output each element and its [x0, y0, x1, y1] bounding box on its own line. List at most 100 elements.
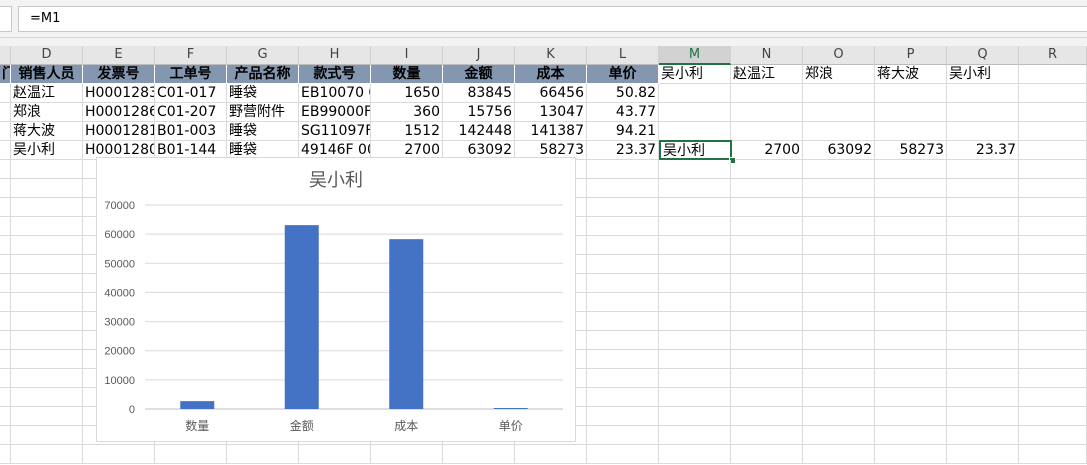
- side-header-cell[interactable]: 吴小利: [659, 65, 731, 84]
- empty-cell[interactable]: [11, 388, 83, 407]
- empty-cell[interactable]: [1019, 369, 1087, 388]
- empty-cell[interactable]: [0, 369, 11, 388]
- empty-cell[interactable]: [0, 179, 11, 198]
- empty-cell[interactable]: [731, 236, 803, 255]
- empty-cell[interactable]: [731, 369, 803, 388]
- bar-chart[interactable]: 吴小利 0 10000 20000 30000 40000 50000 60000 70000…: [96, 157, 576, 442]
- empty-cell[interactable]: [875, 217, 947, 236]
- empty-cell[interactable]: [587, 160, 659, 179]
- empty-cell[interactable]: [0, 103, 11, 122]
- empty-cell[interactable]: [731, 179, 803, 198]
- empty-cell[interactable]: [11, 179, 83, 198]
- empty-cell[interactable]: [1019, 350, 1087, 369]
- data-cell[interactable]: C01-207: [155, 103, 227, 122]
- empty-cell[interactable]: [731, 160, 803, 179]
- column-header-o[interactable]: O: [803, 46, 875, 65]
- empty-cell[interactable]: [1019, 388, 1087, 407]
- column-header-f[interactable]: F: [155, 46, 227, 65]
- empty-cell[interactable]: [11, 236, 83, 255]
- header-cell[interactable]: 产品名称: [227, 65, 299, 84]
- empty-cell[interactable]: [875, 388, 947, 407]
- empty-cell[interactable]: [947, 217, 1019, 236]
- empty-cell[interactable]: [875, 103, 947, 122]
- empty-cell[interactable]: [875, 331, 947, 350]
- empty-cell[interactable]: [947, 312, 1019, 331]
- empty-cell[interactable]: [0, 407, 11, 426]
- empty-cell[interactable]: [0, 312, 11, 331]
- empty-cell[interactable]: [1019, 198, 1087, 217]
- column-header-n[interactable]: N: [731, 46, 803, 65]
- empty-cell[interactable]: [731, 274, 803, 293]
- empty-cell[interactable]: [803, 217, 875, 236]
- empty-cell[interactable]: [11, 198, 83, 217]
- empty-cell[interactable]: [875, 369, 947, 388]
- empty-cell[interactable]: [11, 160, 83, 179]
- empty-cell[interactable]: [875, 179, 947, 198]
- empty-cell[interactable]: [1019, 122, 1087, 141]
- empty-cell[interactable]: [659, 331, 731, 350]
- empty-cell[interactable]: [0, 217, 11, 236]
- empty-cell[interactable]: [587, 217, 659, 236]
- empty-cell[interactable]: [875, 274, 947, 293]
- empty-cell[interactable]: [0, 274, 11, 293]
- empty-cell[interactable]: [947, 274, 1019, 293]
- name-box-edge[interactable]: [0, 6, 12, 32]
- data-cell[interactable]: 1512: [371, 122, 443, 141]
- column-header-m[interactable]: M: [659, 46, 731, 65]
- column-header-k[interactable]: K: [515, 46, 587, 65]
- empty-cell[interactable]: [1019, 426, 1087, 445]
- column-header-q[interactable]: Q: [947, 46, 1019, 65]
- empty-cell[interactable]: [803, 331, 875, 350]
- empty-cell[interactable]: [587, 274, 659, 293]
- data-cell[interactable]: 13047: [515, 103, 587, 122]
- empty-cell[interactable]: [0, 84, 11, 103]
- empty-cell[interactable]: [731, 407, 803, 426]
- empty-cell[interactable]: [11, 217, 83, 236]
- side-header-cell[interactable]: 蒋大波: [875, 65, 947, 84]
- empty-cell[interactable]: [947, 293, 1019, 312]
- formula-input[interactable]: =M1: [18, 6, 1087, 32]
- empty-cell[interactable]: [587, 369, 659, 388]
- data-cell[interactable]: 360: [371, 103, 443, 122]
- empty-cell[interactable]: [731, 331, 803, 350]
- cell-partial-header[interactable]: 门: [0, 65, 11, 84]
- data-cell[interactable]: 43.77: [587, 103, 659, 122]
- empty-cell[interactable]: [803, 103, 875, 122]
- empty-cell[interactable]: [1019, 236, 1087, 255]
- empty-cell[interactable]: [803, 350, 875, 369]
- empty-cell[interactable]: [11, 331, 83, 350]
- empty-cell[interactable]: [11, 312, 83, 331]
- empty-cell[interactable]: [875, 122, 947, 141]
- header-cell[interactable]: 工单号: [155, 65, 227, 84]
- empty-cell[interactable]: [1019, 293, 1087, 312]
- empty-cell[interactable]: [803, 84, 875, 103]
- data-cell[interactable]: 睡袋: [227, 84, 299, 103]
- empty-cell[interactable]: [947, 350, 1019, 369]
- data-cell[interactable]: 睡袋: [227, 122, 299, 141]
- empty-cell[interactable]: [731, 122, 803, 141]
- data-cell[interactable]: H00012812: [83, 122, 155, 141]
- empty-cell[interactable]: [947, 388, 1019, 407]
- empty-cell[interactable]: [659, 122, 731, 141]
- empty-cell[interactable]: [659, 445, 731, 464]
- empty-cell[interactable]: [659, 274, 731, 293]
- side-header-cell[interactable]: 吴小利: [947, 65, 1019, 84]
- empty-cell[interactable]: [587, 350, 659, 369]
- empty-cell[interactable]: [875, 312, 947, 331]
- empty-cell[interactable]: [155, 445, 227, 464]
- column-header-i[interactable]: I: [371, 46, 443, 65]
- data-cell[interactable]: B01-003: [155, 122, 227, 141]
- data-cell[interactable]: 142448: [443, 122, 515, 141]
- empty-cell[interactable]: [659, 255, 731, 274]
- empty-cell[interactable]: [875, 255, 947, 274]
- empty-cell[interactable]: [659, 312, 731, 331]
- empty-cell[interactable]: [731, 103, 803, 122]
- empty-cell[interactable]: [947, 160, 1019, 179]
- data-cell[interactable]: 15756: [443, 103, 515, 122]
- empty-cell[interactable]: [371, 445, 443, 464]
- column-header-partial[interactable]: [0, 46, 11, 65]
- empty-cell[interactable]: [659, 198, 731, 217]
- empty-cell[interactable]: [0, 331, 11, 350]
- column-header-l[interactable]: L: [587, 46, 659, 65]
- empty-cell[interactable]: [731, 198, 803, 217]
